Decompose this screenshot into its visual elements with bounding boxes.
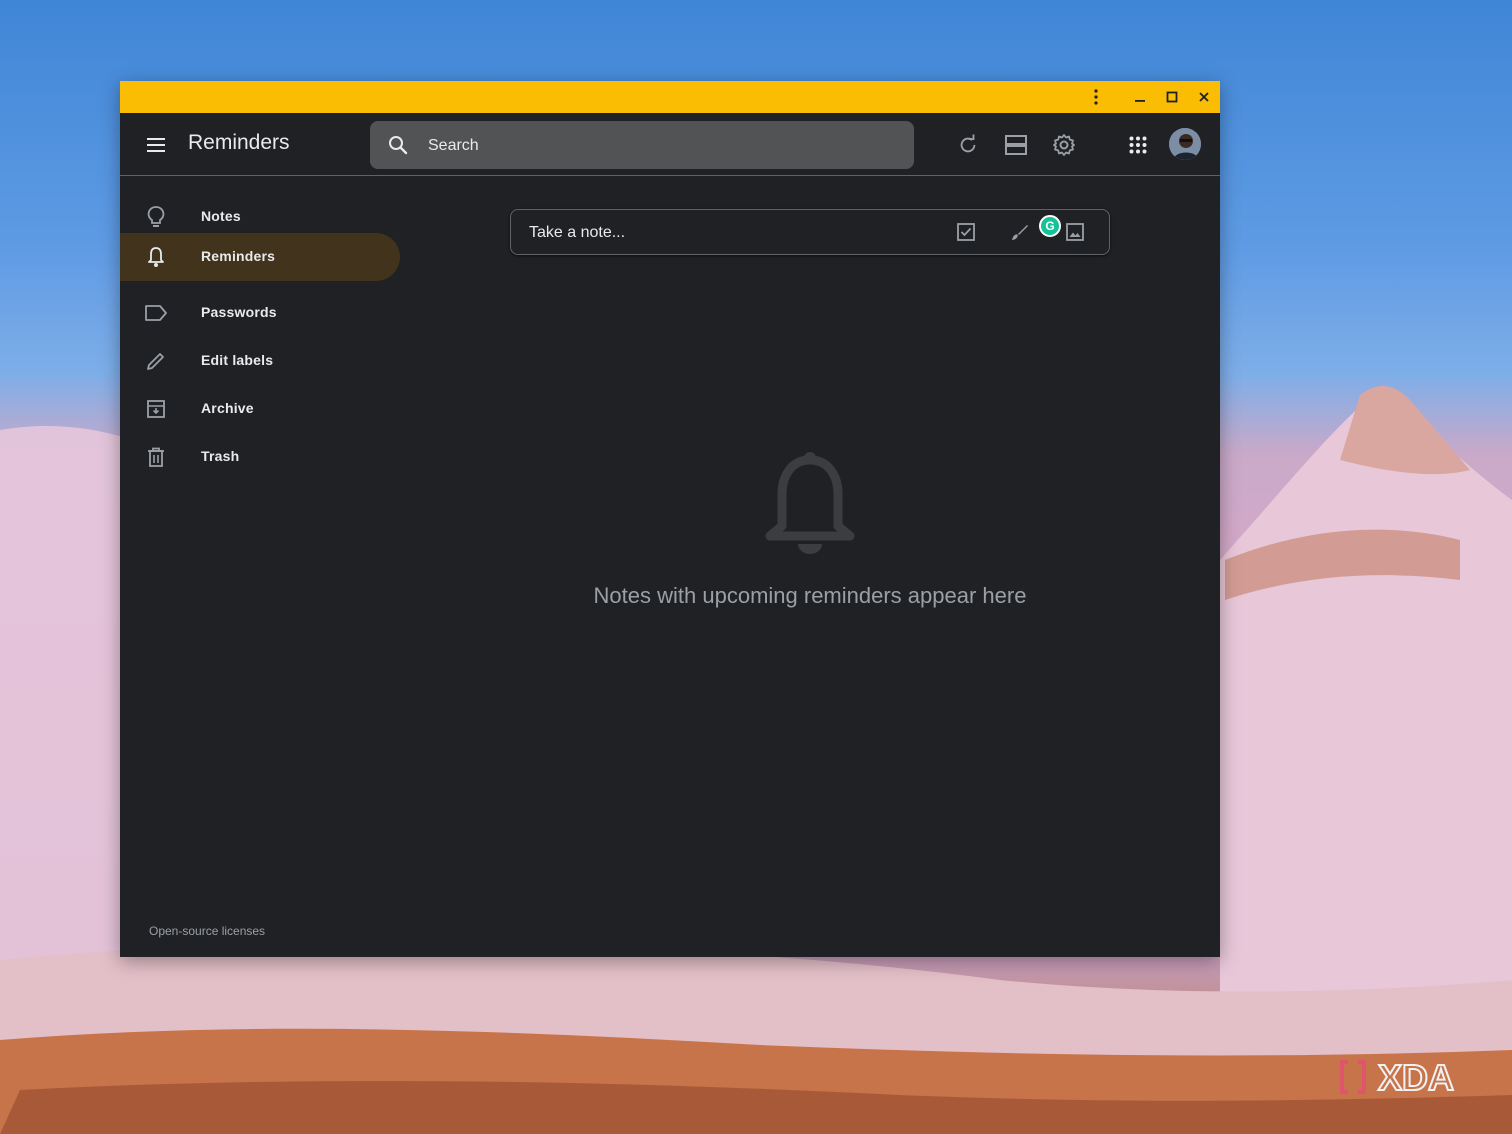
search-bar[interactable] — [370, 121, 914, 171]
app-window: Reminders Search Notes Reminders Passwor… — [120, 81, 1220, 957]
app-header: Reminders — [120, 113, 1220, 176]
settings-gear-icon[interactable] — [1044, 125, 1084, 165]
title-bar — [120, 81, 1220, 113]
minimize-icon[interactable] — [1124, 81, 1156, 113]
main-menu-icon[interactable] — [138, 127, 174, 163]
sidebar-item-label: Trash — [201, 448, 240, 464]
grammarly-icon[interactable]: G — [1039, 215, 1061, 237]
new-list-checkbox-icon[interactable] — [954, 220, 978, 244]
refresh-icon[interactable] — [948, 125, 988, 165]
sidebar-item-reminders[interactable]: Reminders — [120, 233, 400, 281]
new-image-icon[interactable] — [1063, 220, 1087, 244]
sidebar-item-trash[interactable]: Trash — [120, 433, 400, 481]
page-title: Reminders — [188, 131, 290, 154]
sidebar-item-label: Reminders — [201, 248, 276, 264]
open-source-licenses-link[interactable]: Open-source licenses — [149, 924, 265, 938]
take-note-input[interactable] — [527, 210, 931, 256]
search-icon[interactable] — [386, 133, 410, 157]
new-drawing-brush-icon[interactable] — [1008, 220, 1032, 244]
trash-icon — [144, 445, 168, 469]
sidebar-item-passwords[interactable]: Passwords — [120, 289, 400, 337]
lightbulb-icon — [144, 205, 168, 229]
account-avatar[interactable] — [1169, 128, 1201, 160]
sidebar-item-edit-labels[interactable]: Edit labels — [120, 337, 400, 385]
list-view-icon[interactable] — [996, 125, 1036, 165]
xda-watermark-logo: XDA — [1340, 1056, 1455, 1098]
sidebar: Notes Reminders Passwords Edit labels Ar… — [120, 177, 410, 957]
empty-state-message: Notes with upcoming reminders appear her… — [593, 583, 1027, 608]
sidebar-item-label: Passwords — [201, 304, 277, 320]
sidebar-item-label: Edit labels — [201, 352, 274, 368]
sidebar-item-archive[interactable]: Archive — [120, 385, 400, 433]
label-icon — [144, 301, 168, 325]
archive-icon — [144, 397, 168, 421]
bell-empty-state-icon — [760, 450, 860, 560]
bell-icon — [144, 245, 168, 269]
maximize-icon[interactable] — [1156, 81, 1188, 113]
apps-grid-icon[interactable] — [1118, 125, 1158, 165]
pencil-icon — [144, 349, 168, 373]
note-composer[interactable]: G — [510, 209, 1110, 256]
close-icon[interactable] — [1188, 81, 1220, 113]
sidebar-item-label: Archive — [201, 400, 254, 416]
sidebar-item-label: Notes — [201, 208, 241, 224]
more-options-icon[interactable] — [1080, 81, 1112, 113]
watermark-text: XDA — [1378, 1057, 1454, 1098]
search-input[interactable] — [426, 121, 900, 171]
